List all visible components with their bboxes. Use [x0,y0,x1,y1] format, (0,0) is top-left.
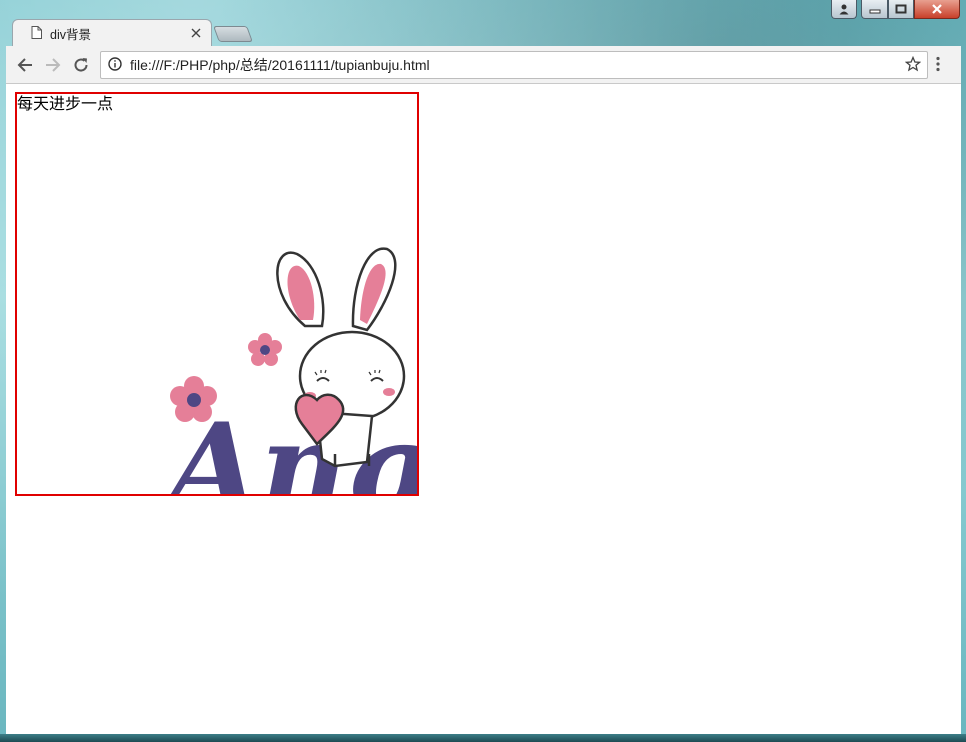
new-tab-button[interactable] [213,26,253,42]
forward-arrow-icon[interactable] [42,54,64,76]
tab-active[interactable]: div背景 [12,19,212,47]
browser-toolbar: file:///F:/PHP/php/总结/20161111/tupianbuj… [6,46,961,84]
flower-small [248,333,282,366]
page-icon [31,25,42,42]
url-text[interactable]: file:///F:/PHP/php/总结/20161111/tupianbuj… [130,55,430,75]
address-bar[interactable]: file:///F:/PHP/php/总结/20161111/tupianbuj… [100,51,928,79]
back-arrow-icon[interactable] [14,54,36,76]
tab-title: div背景 [50,28,91,42]
background-div: Angel [15,92,419,496]
maximize-icon[interactable] [888,0,914,19]
user-icon[interactable] [831,0,857,19]
minimize-icon[interactable] [861,0,888,19]
info-icon[interactable] [108,56,122,75]
window-caption-buttons [831,0,960,19]
close-icon[interactable] [191,26,201,42]
flower-large [170,376,217,422]
window-controls [861,0,960,19]
div-text: 每天进步一点 [17,94,114,113]
angel-rabbit-image: Angel [157,247,417,494]
star-icon[interactable] [904,55,922,76]
page-viewport: Angel [6,84,961,734]
close-window-icon[interactable] [914,0,960,19]
reload-icon[interactable] [70,54,92,76]
more-vert-icon[interactable] [935,56,941,76]
window-bottom-edge [0,734,966,742]
